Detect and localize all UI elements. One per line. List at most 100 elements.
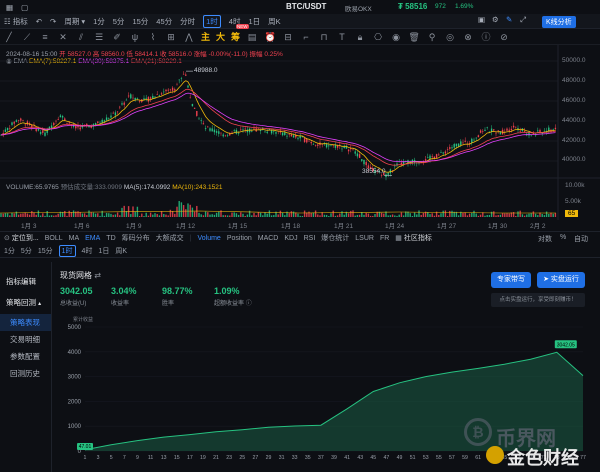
ind-volume[interactable]: Volume	[197, 235, 220, 242]
pattern-tool-icon[interactable]: ⋀	[183, 31, 195, 43]
sidebar-item-history[interactable]: 回测历史	[0, 365, 51, 382]
interval-45m[interactable]: 45分	[156, 16, 172, 27]
magnet-tool-icon[interactable]: ⊓	[318, 31, 330, 43]
candle-body	[400, 162, 403, 165]
bt-interval-1m[interactable]: 1分	[4, 246, 15, 256]
fork-tool-icon[interactable]: ψ	[129, 31, 141, 43]
fib-tool-icon[interactable]: ☰	[93, 31, 105, 43]
ind-kdj[interactable]: KDJ	[284, 235, 297, 242]
price-chart[interactable]: 2024-08-16 15:00 开 58527.0 高 58560.0 低 5…	[0, 45, 600, 230]
main-force-button[interactable]: 主	[201, 30, 210, 43]
volume-bar	[46, 211, 48, 217]
indicator-button[interactable]: 指标	[13, 16, 28, 27]
bag-icon[interactable]: ⎔	[372, 31, 384, 43]
big-order-button[interactable]: 大	[216, 30, 225, 43]
cross-tool-icon[interactable]: ✕	[57, 31, 69, 43]
change-pct: 1.69%	[455, 3, 474, 10]
log-scale-toggle[interactable]: 对数	[538, 234, 552, 244]
magnify-icon[interactable]: ⚲	[426, 31, 438, 43]
live-run-button[interactable]: ➤ 实盘运行	[537, 272, 585, 288]
alarm-icon[interactable]: ⏰	[264, 31, 276, 43]
bt-interval-1h[interactable]: 1时	[58, 244, 76, 257]
bt-interval-1d[interactable]: 1日	[98, 246, 109, 256]
period-button[interactable]: 周期	[64, 16, 79, 27]
top-bar: ▦ ▢ BTC/USDT 欧易OKX ₮ 58516 972 1.69%	[0, 0, 600, 14]
line-tool-icon[interactable]: ╱	[3, 31, 15, 43]
interval-1h[interactable]: 1时	[203, 14, 221, 28]
ind-chip[interactable]: 筹码分布	[122, 233, 150, 243]
ind-boll[interactable]: BOLL	[45, 235, 63, 242]
auto-scale-toggle[interactable]: 自动	[574, 234, 588, 244]
ind-liquidation[interactable]: 爆仓统计	[321, 233, 349, 243]
candle-body	[484, 129, 486, 131]
edit-icon[interactable]: ✎	[506, 15, 512, 24]
bt-interval-week[interactable]: 周K	[115, 246, 127, 256]
table-tool-icon[interactable]: ▤	[246, 31, 258, 43]
percent-scale-toggle[interactable]: %	[560, 234, 566, 241]
interval-week[interactable]: 周K	[268, 16, 281, 27]
bt-interval-4h[interactable]: 4时	[82, 246, 93, 256]
rocket-icon: ➤	[543, 276, 549, 283]
interval-timeshare[interactable]: 分时	[180, 16, 195, 27]
sidebar-item-trades[interactable]: 交易明细	[0, 331, 51, 348]
community-icon[interactable]: ▦	[395, 234, 402, 242]
interval-15m[interactable]: 15分	[132, 16, 148, 27]
volume-bar	[237, 214, 240, 217]
trash-icon[interactable]: 🗑︎	[408, 31, 420, 43]
locate-icon[interactable]: ⊙	[4, 234, 10, 242]
ray-tool-icon[interactable]: ⟋	[21, 31, 33, 43]
redo-icon[interactable]: ↷	[50, 17, 56, 26]
sidebar-item-params[interactable]: 参数配置	[0, 348, 51, 365]
exchange-name[interactable]: 欧易OKX	[345, 3, 372, 13]
interval-1m[interactable]: 1分	[93, 16, 105, 27]
image-icon[interactable]: ▣	[478, 15, 485, 24]
kline-analysis-button[interactable]: K线分析	[542, 16, 576, 28]
ind-ema[interactable]: EMA	[85, 235, 100, 242]
locate-button[interactable]: 定位到...	[12, 233, 39, 243]
sidebar-item-performance[interactable]: 策略表现	[0, 314, 51, 331]
bt-interval-5m[interactable]: 5分	[21, 246, 32, 256]
bt-interval-15m[interactable]: 15分	[38, 246, 53, 256]
trend-tool-icon[interactable]: ⌇	[147, 31, 159, 43]
chip-button[interactable]: 筹	[231, 32, 240, 42]
ind-big-trade[interactable]: 大额成交	[156, 233, 184, 243]
select-tool-icon[interactable]: ⌐	[300, 31, 312, 43]
ind-macd[interactable]: MACD	[258, 235, 279, 242]
interval-5m[interactable]: 5分	[113, 16, 125, 27]
eye-off-icon[interactable]: ◎	[444, 31, 456, 43]
candles-svg[interactable]	[0, 45, 600, 230]
hide-icon[interactable]: ⊘	[498, 31, 510, 43]
indicator-icon[interactable]: ☷	[4, 17, 11, 26]
fullscreen-icon[interactable]: ⤢	[520, 15, 526, 25]
x-tick-label: 77	[580, 455, 586, 461]
ind-fr[interactable]: FR	[380, 235, 389, 242]
channel-tool-icon[interactable]: ⫽	[75, 31, 87, 43]
layout-icon[interactable]: ⊟	[282, 31, 294, 43]
settings-icon[interactable]: ⚙	[492, 15, 499, 24]
help-icon[interactable]: ⓘ	[246, 301, 252, 307]
sidebar-backtest[interactable]: 策略回测 ▴	[0, 293, 51, 314]
interval-1d[interactable]: 1日	[248, 16, 260, 27]
undo-icon[interactable]: ↶	[36, 17, 42, 26]
window-icon[interactable]: ▢	[21, 3, 28, 12]
measure-tool-icon[interactable]: ⊞	[165, 31, 177, 43]
parallel-tool-icon[interactable]: ≡	[39, 31, 51, 43]
info-icon[interactable]: ⓘ	[480, 31, 492, 43]
ind-position[interactable]: Position	[227, 235, 252, 242]
ind-rsi[interactable]: RSI	[304, 235, 316, 242]
expert-write-button[interactable]: 专家带写	[491, 272, 531, 288]
delete-all-icon[interactable]: ⊗	[462, 31, 474, 43]
chevron-down-icon[interactable]: ▾	[81, 17, 85, 26]
ind-ma[interactable]: MA	[69, 235, 80, 242]
community-indicators[interactable]: 社区指标	[404, 233, 432, 243]
text-tool-icon[interactable]: T	[336, 31, 348, 43]
ind-td[interactable]: TD	[106, 235, 115, 242]
eye-icon[interactable]: ◉	[390, 31, 402, 43]
sidebar-indicator-edit[interactable]: 指标编辑	[0, 270, 51, 293]
candle-body	[158, 95, 161, 96]
swap-icon[interactable]: ⇄	[94, 271, 101, 280]
lock-icon[interactable]: 🔒︎	[354, 31, 366, 43]
brush-tool-icon[interactable]: ✐	[111, 31, 123, 43]
grid-icon[interactable]: ▦	[6, 3, 13, 12]
ind-lsur[interactable]: LSUR	[355, 235, 374, 242]
